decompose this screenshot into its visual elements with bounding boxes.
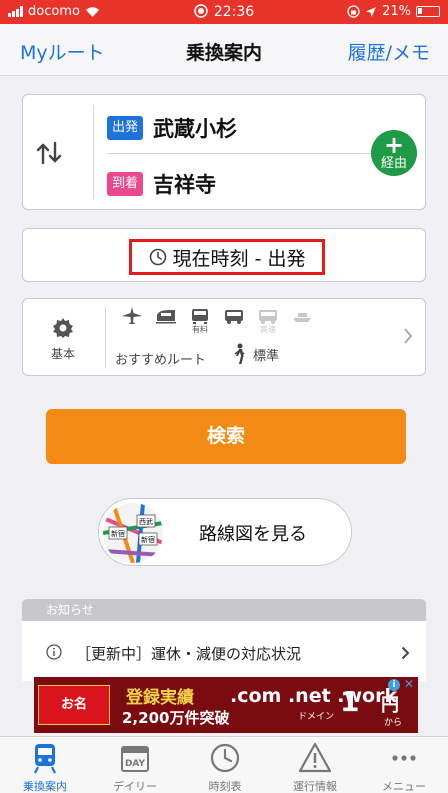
mode-ferry[interactable] (289, 307, 315, 334)
departure-tag: 出発 (107, 116, 143, 140)
news-item-text: ［更新中］運休・減便の対応状況 (76, 645, 302, 663)
search-conditions-card[interactable]: 基本 有料 高速 おすすめルート 標準 (22, 298, 426, 376)
basic-label: 基本 (50, 347, 75, 361)
train-icon (34, 744, 56, 774)
tab-label: 運行情報 (293, 780, 337, 793)
battery-percent: 21% (382, 4, 411, 19)
tab-label: 時刻表 (208, 780, 242, 793)
paid-express-icon (192, 309, 208, 324)
divider (105, 307, 106, 367)
chevron-right-icon (401, 646, 410, 660)
search-button[interactable]: 検索 (46, 409, 406, 464)
mode-bus[interactable] (221, 307, 247, 334)
status-time: 22:36 (213, 4, 255, 20)
ad-suffix: から (384, 718, 403, 728)
walking-person-icon (234, 343, 245, 364)
mode-express-bus[interactable]: 高速 (255, 307, 281, 334)
add-via-button[interactable]: + 経由 (371, 130, 417, 176)
ad-headline: 登録実績 (126, 688, 194, 708)
ad-banner[interactable]: お名前.com 登録実績 2,200万件突破 .com .net .work ド… (34, 677, 418, 733)
mode-airplane[interactable] (119, 307, 145, 334)
via-label: 経由 (380, 156, 407, 171)
ferry-icon (293, 313, 311, 322)
warning-icon (298, 742, 332, 773)
arrival-field[interactable]: 到着 吉祥寺 (107, 169, 216, 199)
tab-service-info[interactable]: 運行情報 (270, 741, 360, 793)
time-setting-card[interactable]: 現在時刻 - 出発 (22, 228, 426, 282)
ad-domain-label: ドメイン (298, 712, 335, 722)
news-item[interactable]: ［更新中］運休・減便の対応状況 (22, 621, 426, 681)
route-map-button[interactable]: 新宿 西武 新宿 路線図を見る (98, 498, 352, 566)
chevron-right-icon (404, 328, 413, 344)
clock-icon (210, 743, 240, 773)
more-icon (392, 755, 416, 761)
departure-station-name: 武蔵小杉 (153, 117, 237, 141)
tab-label: 乗換案内 (23, 780, 67, 793)
departure-field[interactable]: 出発 武蔵小杉 (107, 113, 237, 143)
walk-speed: 標準 (231, 343, 279, 365)
ad-domains: .com .net .work (230, 685, 398, 707)
thumb-label: 新宿 (111, 529, 125, 538)
plus-icon: + (383, 131, 405, 159)
shinkansen-icon (156, 310, 176, 324)
ad-yen: 円 (381, 695, 399, 716)
battery-icon (416, 6, 440, 17)
ad-info-icon[interactable]: i (388, 679, 400, 691)
express-bus-label: 高速 (260, 325, 276, 334)
divider (93, 105, 94, 199)
my-route-button[interactable]: Myルート (20, 38, 105, 65)
mode-shinkansen[interactable] (153, 307, 179, 334)
gear-icon (53, 318, 73, 338)
screen-record-icon (194, 4, 208, 18)
route-preference: おすすめルート (115, 353, 207, 368)
location-icon (366, 6, 377, 17)
paid-express-label: 有料 (192, 325, 208, 334)
swap-stations-icon[interactable] (33, 139, 65, 167)
transport-modes: 有料 高速 (119, 307, 315, 334)
rotation-lock-icon (347, 5, 360, 18)
express-bus-icon (259, 310, 277, 324)
tab-transit[interactable]: 乗換案内 (0, 741, 90, 793)
ad-close-icon[interactable]: ✕ (403, 677, 415, 691)
tab-timetable[interactable]: 時刻表 (180, 741, 270, 793)
thumb-label: 西武 (139, 517, 153, 526)
ad-price: 1 (340, 685, 360, 718)
bus-icon (225, 310, 243, 324)
arrival-station-name: 吉祥寺 (153, 173, 216, 197)
status-bar: docomo 22:36 21% (0, 0, 448, 24)
airplane-icon (122, 307, 142, 324)
news-header: お知らせ (22, 599, 426, 621)
time-setting-highlight: 現在時刻 - 出発 (129, 239, 325, 275)
info-icon (46, 644, 62, 660)
time-setting-label: 現在時刻 - 出発 (172, 247, 306, 270)
tab-menu[interactable]: メニュー (360, 741, 448, 793)
route-map-thumbnail: 新宿 西武 新宿 (103, 503, 163, 563)
tab-bar: 乗換案内 DAY デイリー 時刻表 運行情報 メニュー (0, 736, 448, 793)
clock-icon (149, 248, 166, 266)
ad-subheadline: 2,200万件突破 (122, 709, 230, 727)
arrival-tag: 到着 (107, 172, 143, 196)
ad-logo: お名前.com (38, 685, 110, 725)
basic-settings[interactable]: 基本 (31, 317, 95, 362)
route-map-label: 路線図を見る (199, 524, 307, 545)
nav-bar: Myルート 乗換案内 履歴/メモ (0, 24, 448, 76)
tab-daily[interactable]: DAY デイリー (90, 741, 180, 793)
divider (107, 153, 375, 154)
station-input-card: 出発 武蔵小杉 到着 吉祥寺 + 経由 (22, 94, 426, 210)
calendar-icon: DAY (121, 746, 149, 772)
history-memo-button[interactable]: 履歴/メモ (348, 38, 430, 65)
walk-speed-label: 標準 (253, 348, 280, 364)
tab-label: デイリー (113, 780, 157, 793)
thumb-label: 新宿 (141, 535, 155, 544)
mode-paid-express[interactable]: 有料 (187, 307, 213, 334)
calendar-text: DAY (125, 759, 146, 769)
tab-label: メニュー (382, 780, 426, 793)
